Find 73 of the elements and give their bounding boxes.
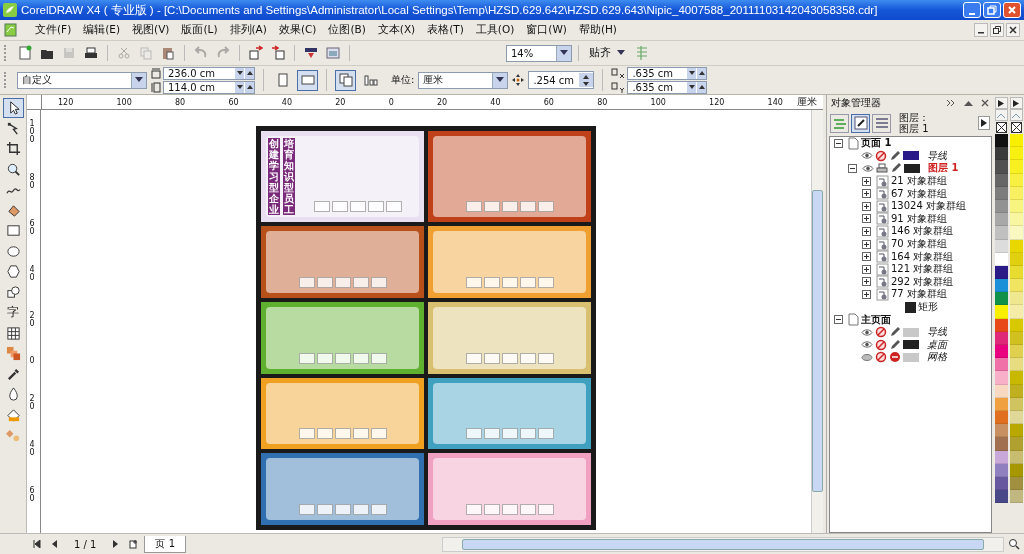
menu-item[interactable]: 版面(L) [175,23,224,37]
ruler-label: 80 [29,173,36,190]
group-label[interactable]: 91 对象群组 [891,211,947,226]
menu-item[interactable]: 编辑(E) [77,23,127,37]
ruler-label: 80 [175,97,186,107]
tree-page-label[interactable]: 主页面 [861,312,891,327]
layer-label[interactable]: 导线 [927,325,947,340]
ruler-label: 120 [709,97,725,107]
group-label[interactable]: 121 对象群组 [891,262,954,277]
tree-page-label[interactable]: 页面 1 [861,137,892,151]
menu-item[interactable]: 视图(V) [126,23,176,37]
ruler-label: 100 [116,97,132,107]
menu-item[interactable]: 表格(T) [421,23,470,37]
duplicate-x-field[interactable]: .635 cm [627,66,708,80]
ruler-label: 80 [597,97,608,107]
group-label[interactable]: 67 对象群组 [891,186,947,201]
page-count: 1 / 1 [73,538,98,550]
ruler-unit-label: 厘米 [796,95,818,109]
layer-info-label: 图层： [899,111,930,123]
zoom-level-dropdown[interactable]: 14% [506,44,572,62]
ruler-label: 20 [436,97,448,107]
menu-item[interactable]: 文件(F) [29,23,78,37]
menu-item[interactable]: 文本(X) [371,23,422,37]
layer-label[interactable]: 导线 [927,148,947,163]
menu-item[interactable]: 工具(O) [469,23,521,37]
layer-label[interactable]: 图层 1 [928,161,959,176]
layer-label[interactable]: 桌面 [927,337,947,352]
window-title: CorelDRAW X4 ( 专业版 ) - [C:\Documents and Settings\Administrator\Local Settings\Temp\HZSD.629.642\HZSD.629.643\Nipic_4007588_20111103142043058358.cdr] [21,2,879,18]
page-tab[interactable]: 页 1 [144,535,186,553]
group-label[interactable]: 77 对象群组 [891,287,947,302]
ruler-label: 40 [29,265,36,282]
menu-item[interactable]: 效果(C) [272,23,323,37]
unit-dropdown[interactable]: 厘米 [418,71,509,89]
nudge-distance-field[interactable]: .254 cm [528,71,595,89]
ruler-label: 140 [767,97,783,107]
ruler-label: 20 [335,97,346,107]
ruler-label: 60 [543,97,554,107]
ruler-label: 40 [490,97,501,107]
page-size-dropdown[interactable]: 自定义 [17,71,147,89]
group-label[interactable]: 13024 对象群组 [891,199,966,214]
poster-title: 创建学习型企业 [268,138,280,215]
menu-item[interactable]: 排列(A) [223,23,273,37]
ruler-label: 40 [281,97,292,107]
menu-item[interactable]: 窗口(W) [520,23,573,37]
ruler-label: 120 [58,97,74,107]
group-label[interactable]: 164 对象群组 [891,249,954,264]
group-label[interactable]: 70 对象群组 [891,237,947,252]
ruler-label: 60 [228,97,239,107]
object-label[interactable]: 矩形 [918,300,938,314]
ruler-label: 40 [29,441,36,458]
unit-label: 单位: [391,73,415,87]
menu-item[interactable]: 位图(B) [322,23,372,37]
duplicate-y-field[interactable]: .635 cm [627,80,708,94]
snap-dropdown-button[interactable]: 贴齐 [585,46,629,60]
page-height-field[interactable]: 114.0 cm [163,80,255,94]
ruler-label: 0 [29,357,36,366]
current-layer-name: 图层 1 [899,123,930,135]
ruler-label: 100 [650,97,666,107]
page-width-field[interactable]: 236.0 cm [163,66,255,80]
menu-item[interactable]: 帮助(H) [572,23,623,37]
ruler-label: 20 [29,395,36,412]
layer-label[interactable]: 网格 [927,350,947,365]
ruler-label: 20 [29,311,36,328]
text-tool-button[interactable]: 字 [2,303,24,323]
poster-title: 培育知识型员工 [283,138,295,215]
group-label[interactable]: 292 对象群组 [891,274,954,289]
group-label[interactable]: 146 对象群组 [891,224,954,239]
ruler-label: 0 [388,97,394,107]
ruler-label: 100 [29,120,36,144]
ruler-label: 60 [29,487,36,503]
ruler-label: 60 [29,219,36,236]
panel-title: 对象管理器 [831,96,882,110]
group-label[interactable]: 21 对象群组 [891,174,947,189]
